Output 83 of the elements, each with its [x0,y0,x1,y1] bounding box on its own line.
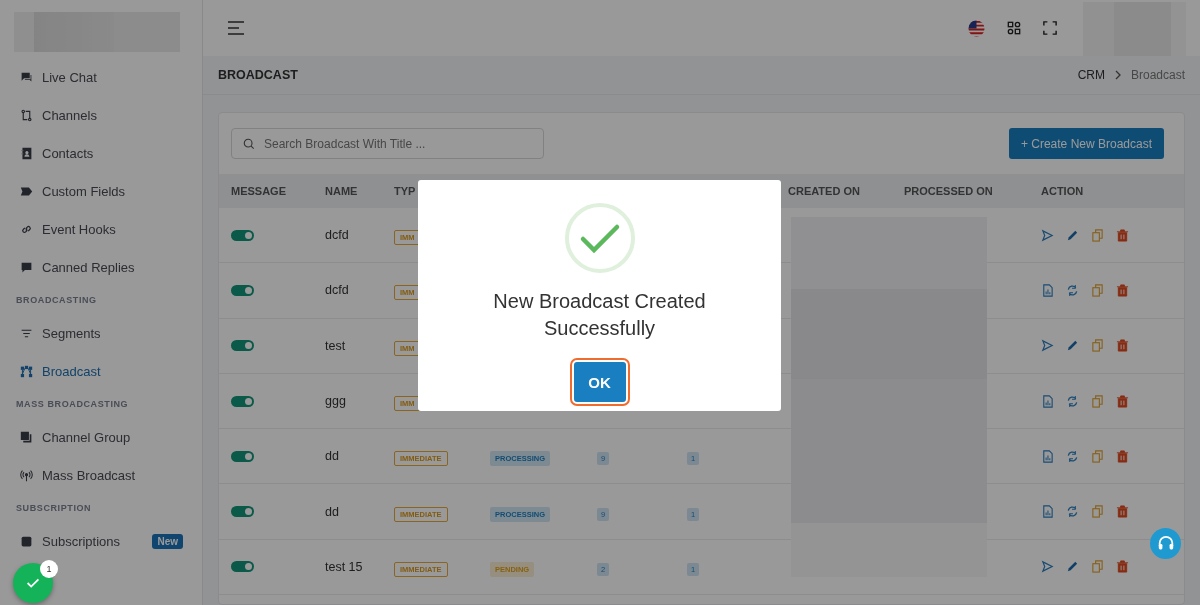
refresh-icon[interactable] [1066,283,1079,297]
delete-icon[interactable] [1116,505,1129,519]
column-header: NAME [325,185,359,197]
toggle-switch[interactable] [231,340,254,352]
copy-icon[interactable] [1091,505,1104,519]
copy-icon[interactable] [1091,560,1104,574]
sidebar-item[interactable]: Custom Fields [0,172,202,210]
table-cell-text: dd [325,504,340,519]
report-icon[interactable] [1041,283,1054,297]
delete-icon[interactable] [1116,228,1129,242]
toggle-switch[interactable] [231,229,254,241]
edit-icon[interactable] [1066,339,1079,353]
channels-icon [20,108,33,122]
sidebar-item[interactable]: Channels [0,96,202,134]
send-icon[interactable] [1041,560,1054,574]
sidebar-item[interactable]: Contacts [0,134,202,172]
table-cell-text: ggg [325,394,347,409]
send-icon[interactable] [1041,228,1054,242]
table-cell-text: dcfd [325,283,350,298]
page-title: BROADCAST [218,68,298,82]
table-cell-text: test 15 [325,559,364,574]
toggle-switch[interactable] [231,561,254,573]
table-cell-text: dcfd [325,228,350,243]
table-cell-text: test [325,338,347,353]
column-header: PROCESSED ON [904,185,994,197]
sidebar-item[interactable]: Event Hooks [0,210,202,248]
delete-icon[interactable] [1116,560,1129,574]
flag-icon[interactable] [968,19,985,37]
chat-icon [20,70,33,84]
edit-icon[interactable] [1066,228,1079,242]
chevron-icon [1114,70,1121,80]
sidebar-item[interactable]: Subscriptions New [0,522,202,560]
delete-icon[interactable] [1116,449,1129,463]
fullscreen-icon[interactable] [1043,21,1057,35]
toggle-switch[interactable] [231,506,254,518]
section-heading: SUBSCRIPTION [15,502,93,515]
copy-icon[interactable] [1091,339,1104,353]
delete-icon[interactable] [1116,394,1129,408]
refresh-icon[interactable] [1066,449,1079,463]
contacts-icon [20,146,33,160]
dialog-title: New Broadcast Created Successfully [492,289,707,341]
antenna-icon [20,468,33,482]
breadcrumb-link[interactable]: Broadcast [1130,68,1185,82]
breadcrumb-link[interactable]: CRM [1077,68,1105,82]
menu-icon[interactable] [227,21,245,35]
copy-icon[interactable] [1091,283,1104,297]
toggle-switch[interactable] [231,395,254,407]
edit-icon[interactable] [1066,560,1079,574]
copy-icon[interactable] [1091,449,1104,463]
table-cell-text: dd [325,449,340,464]
report-icon[interactable] [1041,505,1054,519]
copy-icon[interactable] [1091,394,1104,408]
create-broadcast-button[interactable]: + Create New Broadcast [1008,128,1164,159]
column-header: MESSAGE [231,185,287,197]
sidebar-item[interactable]: Live Chat [0,58,202,96]
reply-icon [20,260,33,274]
sidebar-item[interactable]: Channel Group [0,418,202,456]
apps-icon[interactable] [1007,21,1021,35]
toggle-switch[interactable] [231,450,254,462]
toggle-switch[interactable] [231,284,254,296]
section-heading: BROADCASTING [15,294,98,307]
column-header: TYP [394,185,417,197]
delete-icon[interactable] [1116,283,1129,297]
refresh-icon[interactable] [1066,394,1079,408]
sidebar-item[interactable]: Segments [0,314,202,352]
column-header: ACTION [1041,185,1085,197]
sidebar-item[interactable]: Mass Broadcast [0,456,202,494]
column-header: CREATED ON [788,185,861,197]
sidebar-item[interactable]: Canned Replies [0,248,202,286]
success-check-icon [563,202,636,274]
report-icon[interactable] [1041,394,1054,408]
group-icon [20,430,33,444]
new-badge: New [152,533,183,549]
delete-icon[interactable] [1116,339,1129,353]
report-icon[interactable] [1041,449,1054,463]
section-heading: MASS BROADCASTING [15,398,130,411]
tag-icon [20,184,33,198]
send-icon[interactable] [1041,339,1054,353]
refresh-icon[interactable] [1066,505,1079,519]
search-field[interactable]: Search Broadcast With Title ... [231,128,544,159]
broadcast-icon [20,364,33,378]
sidebar-item[interactable]: Broadcast [0,352,202,390]
copy-icon[interactable] [1091,228,1104,242]
